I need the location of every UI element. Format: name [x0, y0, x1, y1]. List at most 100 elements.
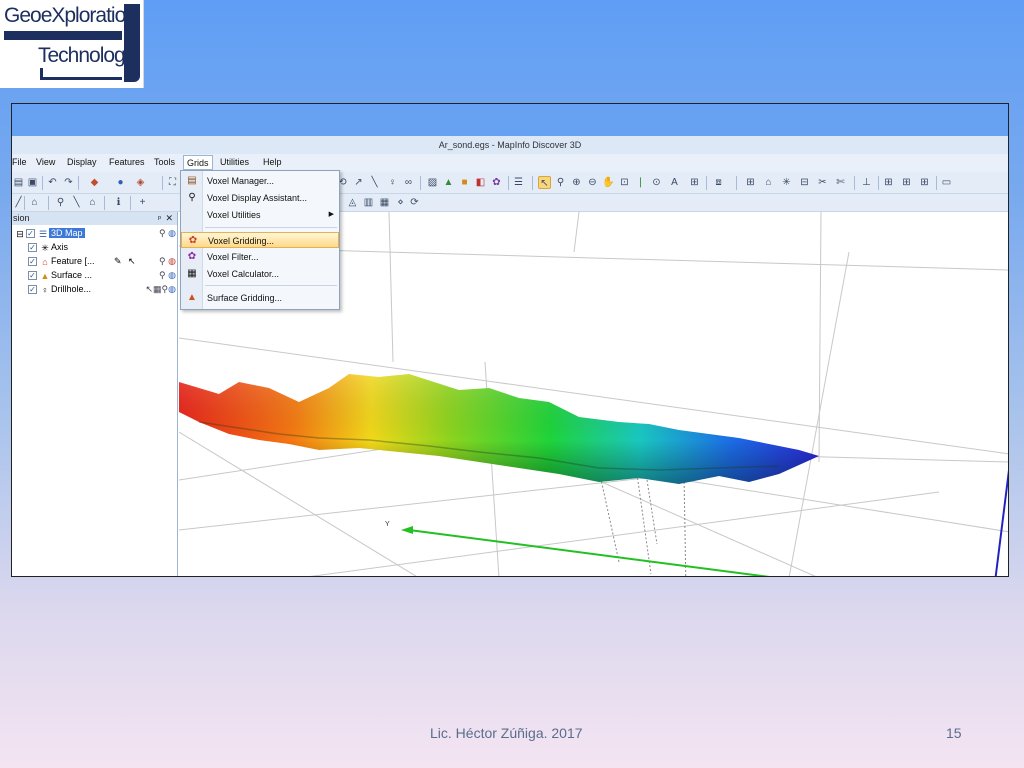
info-icon[interactable]: ℹ — [112, 196, 125, 209]
cut-select-icon[interactable]: ✄ — [834, 176, 847, 189]
line-icon[interactable]: ╲ — [368, 176, 381, 189]
terrain-surface — [179, 374, 819, 484]
menu-grids[interactable]: Grids — [183, 155, 213, 170]
zoom-to-icon[interactable]: ⚲ — [159, 228, 166, 238]
fill-icon[interactable]: ◈ — [134, 176, 147, 189]
menu-view[interactable]: View — [36, 157, 55, 167]
globe-icon[interactable]: ◍ — [168, 270, 176, 280]
drillhole-icon: ♀ — [41, 284, 49, 295]
window-icon[interactable]: ▭ — [940, 176, 953, 189]
menu-tools[interactable]: Tools — [154, 157, 175, 167]
layer-grid-icon[interactable]: ⊟ — [798, 176, 811, 189]
menu-utilities[interactable]: Utilities — [220, 157, 249, 167]
checkbox[interactable]: ✓ — [28, 271, 37, 281]
globe-icon[interactable]: ◍ — [168, 284, 176, 294]
panel-header: sion ᵖ ✕ — [12, 212, 177, 225]
submenu-arrow-icon: ▶ — [328, 211, 334, 218]
select-icon[interactable]: ↖ — [538, 176, 551, 189]
globe-icon[interactable]: ◍ — [168, 256, 176, 266]
pin-icon[interactable]: ♀ — [386, 176, 399, 189]
nodes-icon[interactable]: ⋄ — [394, 196, 407, 209]
tree-item-3d-map[interactable]: ⊟ ✓ ☰ 3D Map ⚲ ◍ — [14, 226, 176, 240]
text-tool-icon[interactable]: A — [668, 176, 681, 189]
split-h-icon[interactable]: ⊞ — [882, 176, 895, 189]
menu-item-voxel-manager[interactable]: ▤ Voxel Manager... — [181, 173, 339, 189]
checkbox[interactable]: ✓ — [28, 285, 37, 295]
zoom-to-icon[interactable]: ⚲ — [159, 270, 166, 280]
surface-icon[interactable]: ▲ — [442, 176, 455, 189]
axis-tool-icon[interactable]: ✳ — [780, 176, 793, 189]
polyline-icon[interactable]: ╲ — [70, 196, 83, 209]
pointer-icon[interactable]: ↖ — [145, 284, 153, 294]
measure-icon[interactable]: ❘ — [634, 176, 647, 189]
table-icon[interactable]: ▦ — [153, 284, 162, 294]
zoom-extent-icon[interactable]: ⛶ — [166, 176, 179, 189]
shape-icon[interactable]: ⌂ — [28, 196, 41, 209]
split-v-icon[interactable]: ⊞ — [900, 176, 913, 189]
menu-file[interactable]: File — [12, 157, 27, 167]
redo-icon[interactable]: ↷ — [62, 176, 75, 189]
pan-icon[interactable]: ✋ — [602, 176, 615, 189]
globe-icon[interactable]: ● — [114, 176, 127, 189]
checkbox[interactable]: ✓ — [28, 243, 37, 253]
zoom-to-icon[interactable]: ⚲ — [159, 256, 166, 266]
layer-panel: sion ᵖ ✕ ⊟ ✓ ☰ 3D Map ⚲ ◍ ✓ ✳ Axis ✓ ⌂ Feature … — [12, 212, 178, 576]
menu-item-voxel-calculator[interactable]: ▦ Voxel Calculator... — [181, 266, 339, 282]
house-icon[interactable]: ⌂ — [762, 176, 775, 189]
cells-icon[interactable]: ▦ — [378, 196, 391, 209]
globe-icon[interactable]: ◍ — [168, 228, 176, 238]
compass-icon[interactable]: ⊙ — [650, 176, 663, 189]
tree-item-feature[interactable]: ✓ ⌂ Feature [... ✎ ↖ ⚲ ◍ — [28, 254, 176, 268]
voxel-gridding-icon: ✿ — [188, 235, 198, 246]
tree-item-axis[interactable]: ✓ ✳ Axis — [28, 240, 176, 254]
triangle-icon[interactable]: ◬ — [346, 196, 359, 209]
pin-drop-icon[interactable]: ⚲ — [554, 176, 567, 189]
menu-item-surface-gridding[interactable]: ▲ Surface Gridding... — [181, 290, 339, 306]
link-icon[interactable]: ∞ — [402, 176, 415, 189]
frame-icon[interactable]: ⊞ — [688, 176, 701, 189]
pointer-icon[interactable]: ↖ — [128, 254, 136, 268]
cube-icon[interactable]: ⧈ — [712, 176, 725, 189]
menu-item-voxel-gridding[interactable]: ✿ Voxel Gridding... — [181, 232, 339, 248]
panel-title: sion — [13, 213, 30, 223]
undo-icon[interactable]: ↶ — [46, 176, 59, 189]
zoom-out-icon[interactable]: ⊖ — [586, 176, 599, 189]
polygon-icon[interactable]: ⌂ — [86, 196, 99, 209]
fit-icon[interactable]: ⊡ — [618, 176, 631, 189]
grid-icon[interactable]: ■ — [458, 176, 471, 189]
split-quad-icon[interactable]: ⊞ — [918, 176, 931, 189]
crosshair-icon[interactable]: + — [136, 196, 149, 209]
voxel-icon[interactable]: ✿ — [490, 176, 503, 189]
menu-features[interactable]: Features — [109, 157, 145, 167]
rotate-box-icon[interactable]: ⟳ — [408, 196, 421, 209]
menu-item-voxel-filter[interactable]: ✿ Voxel Filter... — [181, 249, 339, 265]
add-layer-icon[interactable]: ◆ — [88, 176, 101, 189]
close-icon[interactable]: ✕ — [165, 212, 173, 225]
checkbox[interactable]: ✓ — [28, 257, 37, 267]
magnifier-icon: ⚲ — [188, 192, 196, 203]
save-icon[interactable]: ▣ — [26, 176, 39, 189]
open-icon[interactable]: ▤ — [12, 176, 25, 189]
calculator-icon: ▦ — [187, 268, 197, 279]
menu-item-voxel-display-assistant[interactable]: ⚲ Voxel Display Assistant... — [181, 190, 339, 206]
tree-item-drillhole[interactable]: ✓ ♀ Drillhole... ↖▦⚲◍ — [28, 282, 176, 296]
location-icon[interactable]: ⚲ — [54, 196, 67, 209]
checkbox[interactable]: ✓ — [26, 229, 35, 239]
expand-icon[interactable]: ⊟ — [14, 227, 26, 241]
menu-help[interactable]: Help — [263, 157, 282, 167]
zoom-in-icon[interactable]: ⊕ — [570, 176, 583, 189]
pencil-icon[interactable]: ✎ — [114, 254, 122, 268]
columns-icon[interactable]: ▥ — [362, 196, 375, 209]
pin-icon[interactable]: ᵖ — [158, 212, 161, 225]
tree-item-surface[interactable]: ✓ ▲ Surface ... ⚲ ◍ — [28, 268, 176, 282]
cut-icon[interactable]: ✂ — [816, 176, 829, 189]
chart-icon[interactable]: ◧ — [474, 176, 487, 189]
line-arrow-icon[interactable]: ↗ — [352, 176, 365, 189]
menu-display[interactable]: Display — [67, 157, 97, 167]
baseline-icon[interactable]: ⊥ — [860, 176, 873, 189]
feature-icon: ⌂ — [42, 256, 48, 267]
legend-icon[interactable]: ☰ — [512, 176, 525, 189]
image-icon[interactable]: ▨ — [426, 176, 439, 189]
table-icon[interactable]: ⊞ — [744, 176, 757, 189]
menu-item-voxel-utilities[interactable]: Voxel Utilities ▶ — [181, 207, 339, 223]
